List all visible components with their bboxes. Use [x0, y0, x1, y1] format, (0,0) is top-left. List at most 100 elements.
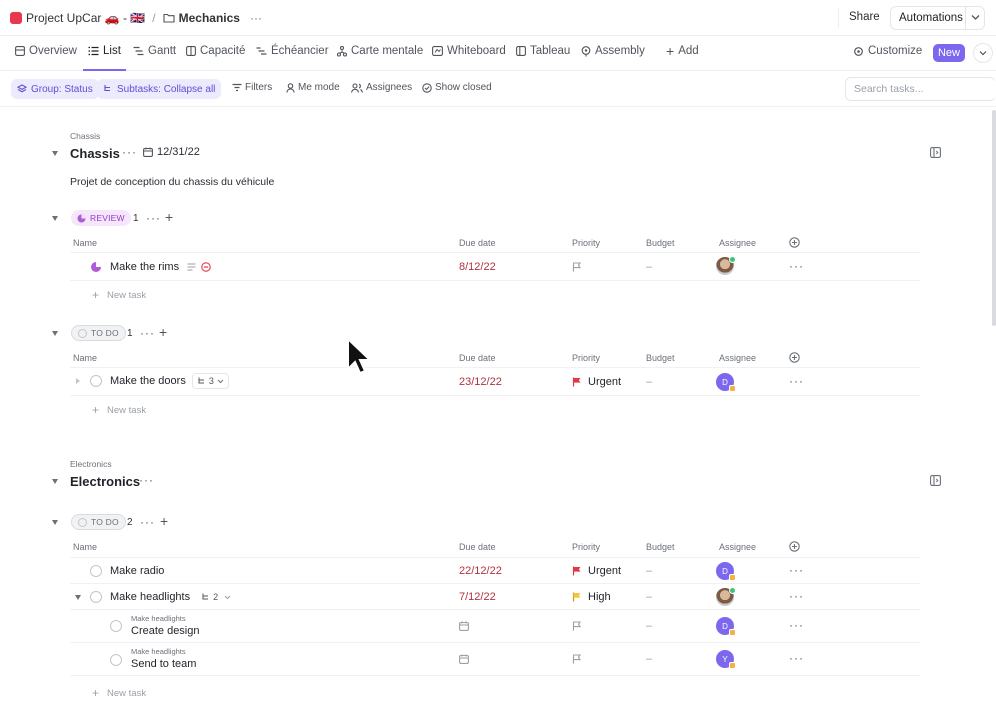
- task-more-button[interactable]: ···: [789, 618, 804, 632]
- list-more-button[interactable]: ···: [122, 145, 137, 159]
- add-task-plus-icon[interactable]: +: [165, 209, 173, 225]
- collapse-toggle-button[interactable]: [973, 43, 993, 63]
- due-date[interactable]: 8/12/22: [459, 261, 496, 273]
- budget-value[interactable]: –: [646, 261, 652, 273]
- task-name[interactable]: Make headlights: [110, 591, 190, 603]
- priority-cell[interactable]: High: [572, 591, 611, 603]
- tab-timeline[interactable]: Échéancier: [256, 45, 329, 57]
- subtask-status-icon[interactable]: [110, 654, 122, 666]
- list-title[interactable]: Electronics: [70, 474, 140, 489]
- collapse-group-icon[interactable]: [52, 331, 58, 336]
- subtask-count-badge[interactable]: 2: [196, 589, 236, 605]
- add-task-plus-icon[interactable]: +: [160, 513, 168, 529]
- col-budget[interactable]: Budget: [646, 542, 675, 552]
- avatar[interactable]: D: [716, 373, 736, 392]
- add-column-icon[interactable]: [789, 541, 800, 552]
- task-status-icon[interactable]: [90, 591, 102, 603]
- avatar[interactable]: [716, 256, 736, 275]
- col-due-date[interactable]: Due date: [459, 238, 496, 248]
- task-name[interactable]: Make radio: [110, 565, 164, 577]
- task-more-button[interactable]: ···: [789, 374, 804, 388]
- add-column-icon[interactable]: [789, 352, 800, 363]
- priority-cell[interactable]: Urgent: [572, 376, 621, 388]
- budget-value[interactable]: –: [646, 653, 652, 665]
- search-input[interactable]: Search tasks...: [845, 77, 996, 101]
- new-button[interactable]: New: [933, 44, 965, 62]
- subtask-parent[interactable]: Make headlights: [131, 647, 186, 656]
- task-status-icon[interactable]: [90, 565, 102, 577]
- subtask-count-badge[interactable]: 3: [191, 373, 229, 389]
- automations-button[interactable]: Automations: [890, 6, 985, 30]
- tab-capacity[interactable]: Capacité: [186, 45, 245, 57]
- add-task-plus-icon[interactable]: +: [159, 324, 167, 340]
- status-pill-todo[interactable]: TO DO: [71, 325, 126, 341]
- priority-empty-flag-icon[interactable]: [572, 621, 582, 631]
- list-info-icon[interactable]: [930, 147, 941, 161]
- col-priority[interactable]: Priority: [572, 542, 600, 552]
- tab-overview[interactable]: Overview: [15, 45, 77, 57]
- tab-add-view[interactable]: + Add: [666, 44, 699, 58]
- filters-button[interactable]: Filters: [232, 82, 272, 93]
- col-priority[interactable]: Priority: [572, 238, 600, 248]
- budget-value[interactable]: –: [646, 591, 652, 603]
- assignees-button[interactable]: Assignees: [351, 82, 412, 93]
- collapse-group-icon[interactable]: [52, 520, 58, 525]
- group-more-button[interactable]: ···: [146, 211, 161, 225]
- list-more-button[interactable]: ···: [139, 473, 154, 487]
- task-name[interactable]: Make the doors: [110, 375, 186, 387]
- share-button[interactable]: Share: [849, 11, 880, 23]
- review-status-icon[interactable]: [90, 261, 102, 273]
- task-name[interactable]: Send to team: [131, 658, 196, 670]
- subtasks-chip[interactable]: Subtasks: Collapse all: [97, 79, 222, 99]
- col-name[interactable]: Name: [73, 238, 97, 248]
- collapse-subtasks-icon[interactable]: [75, 595, 81, 600]
- avatar[interactable]: [716, 587, 736, 606]
- chevron-down-icon[interactable]: [971, 14, 980, 21]
- add-column-icon[interactable]: [789, 237, 800, 248]
- list-title[interactable]: Chassis: [70, 146, 120, 161]
- scrollbar[interactable]: [992, 110, 996, 326]
- tab-whiteboard[interactable]: Whiteboard: [432, 45, 506, 57]
- col-name[interactable]: Name: [73, 353, 97, 363]
- list-date[interactable]: 12/31/22: [143, 146, 200, 158]
- col-assignee[interactable]: Assignee: [719, 238, 756, 248]
- col-budget[interactable]: Budget: [646, 353, 675, 363]
- col-due-date[interactable]: Due date: [459, 542, 496, 552]
- tab-board[interactable]: Tableau: [516, 45, 570, 57]
- col-budget[interactable]: Budget: [646, 238, 675, 248]
- new-task-button[interactable]: + New task: [92, 686, 146, 700]
- task-more-button[interactable]: ···: [789, 259, 804, 273]
- col-due-date[interactable]: Due date: [459, 353, 496, 363]
- due-date[interactable]: 7/12/22: [459, 591, 496, 603]
- avatar[interactable]: D: [716, 617, 736, 636]
- tab-assembly[interactable]: Assembly: [581, 45, 645, 57]
- task-name[interactable]: Create design: [131, 625, 200, 637]
- tab-gantt[interactable]: Gantt: [133, 45, 176, 57]
- show-closed-button[interactable]: Show closed: [422, 82, 492, 93]
- expand-subtasks-icon[interactable]: [76, 378, 80, 384]
- me-mode-button[interactable]: Me mode: [286, 82, 340, 93]
- group-more-button[interactable]: ···: [140, 326, 155, 340]
- group-more-button[interactable]: ···: [140, 515, 155, 529]
- subtask-parent[interactable]: Make headlights: [131, 614, 186, 623]
- col-name[interactable]: Name: [73, 542, 97, 552]
- tab-list[interactable]: List: [88, 45, 121, 57]
- due-date[interactable]: 23/12/22: [459, 376, 502, 388]
- breadcrumb-project[interactable]: Project UpCar 🚗 - 🇬🇧: [26, 11, 145, 25]
- collapse-list-icon[interactable]: [52, 151, 58, 156]
- new-task-button[interactable]: + New task: [92, 403, 146, 417]
- collapse-list-icon[interactable]: [52, 479, 58, 484]
- priority-empty-flag-icon[interactable]: [572, 654, 582, 664]
- subtask-status-icon[interactable]: [110, 620, 122, 632]
- list-info-icon[interactable]: [930, 475, 941, 489]
- task-status-icon[interactable]: [90, 375, 102, 387]
- col-assignee[interactable]: Assignee: [719, 542, 756, 552]
- budget-value[interactable]: –: [646, 376, 652, 388]
- avatar[interactable]: Y: [716, 650, 736, 669]
- priority-empty-flag-icon[interactable]: [572, 262, 582, 272]
- calendar-icon[interactable]: [459, 621, 469, 631]
- task-more-button[interactable]: ···: [789, 651, 804, 665]
- new-task-button[interactable]: + New task: [92, 288, 146, 302]
- calendar-icon[interactable]: [459, 654, 469, 664]
- priority-cell[interactable]: Urgent: [572, 565, 621, 577]
